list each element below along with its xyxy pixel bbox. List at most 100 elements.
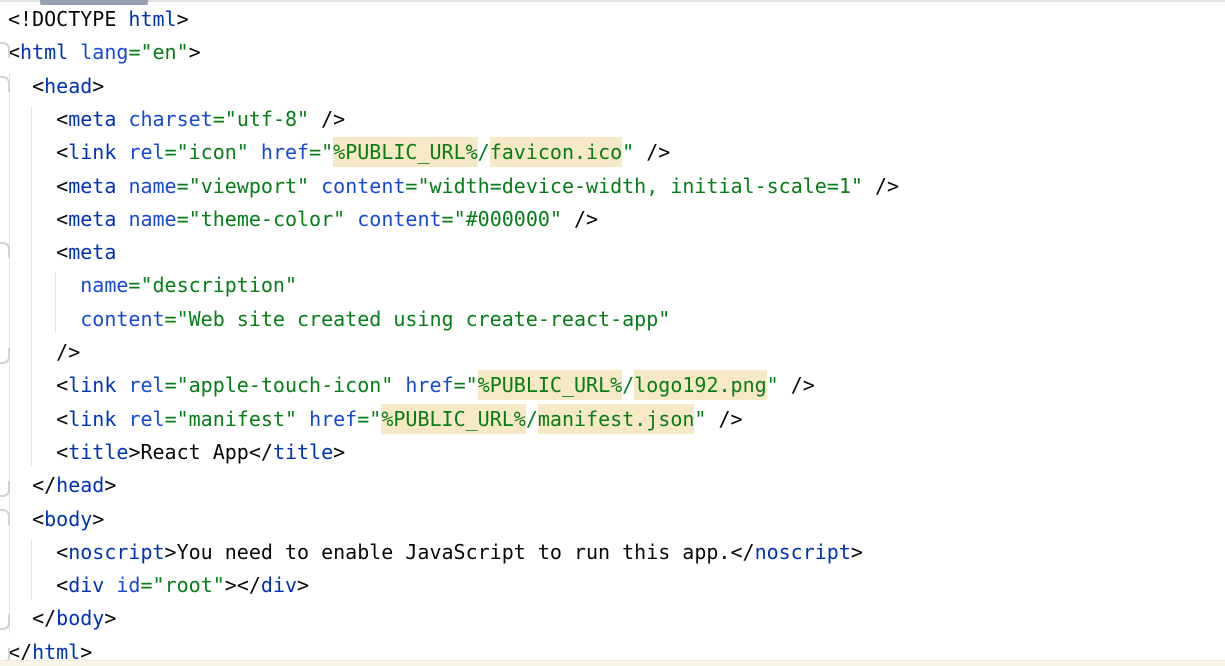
code-token: < xyxy=(8,507,44,531)
code-token: rel xyxy=(128,407,164,431)
code-line-18[interactable]: <div id="root"></div> xyxy=(0,569,1225,602)
code-token xyxy=(8,273,80,297)
highlighted-code-token: manifest.json xyxy=(538,404,695,434)
code-token: ="utf-8" xyxy=(213,107,309,131)
code-token: " xyxy=(694,407,706,431)
top-scrollbar-track xyxy=(0,0,1225,2)
code-line-7[interactable]: <meta name="theme-color" content="#00000… xyxy=(0,203,1225,236)
fold-region-start-marker[interactable] xyxy=(0,509,10,525)
code-token: > xyxy=(92,507,104,531)
code-line-11[interactable]: /> xyxy=(0,336,1225,369)
code-token: link xyxy=(68,373,116,397)
code-token: </ xyxy=(8,473,56,497)
code-line-12[interactable]: <link rel="apple-touch-icon" href="%PUBL… xyxy=(0,369,1225,402)
code-token: > xyxy=(851,540,863,564)
code-token: lang xyxy=(80,40,128,64)
code-token: name xyxy=(80,273,128,297)
code-token: noscript xyxy=(68,540,164,564)
code-line-3[interactable]: <head> xyxy=(0,70,1225,103)
highlighted-code-token: logo192.png xyxy=(634,370,766,400)
code-token: ="en" xyxy=(128,40,188,64)
bottom-strip xyxy=(0,660,1225,666)
code-line-5[interactable]: <link rel="icon" href="%PUBLIC_URL%/favi… xyxy=(0,136,1225,169)
code-token xyxy=(116,407,128,431)
code-token: content xyxy=(357,207,441,231)
code-token: ="apple-touch-icon" xyxy=(165,373,394,397)
code-token: / xyxy=(622,373,634,397)
highlighted-code-token: %PUBLIC_URL% xyxy=(381,404,526,434)
code-line-1[interactable]: <!DOCTYPE html> xyxy=(0,3,1225,36)
code-token: content xyxy=(80,307,164,331)
code-line-15[interactable]: </head> xyxy=(0,469,1225,502)
code-token: > xyxy=(92,74,104,98)
highlighted-code-token: %PUBLIC_URL% xyxy=(333,137,478,167)
code-token: html xyxy=(20,40,68,64)
code-token: head xyxy=(56,473,104,497)
code-token: <!DOCTYPE xyxy=(8,7,128,31)
top-scrollbar-thumb[interactable] xyxy=(40,0,148,5)
code-token: body xyxy=(44,507,92,531)
code-token: > xyxy=(297,573,309,597)
code-token: </ xyxy=(8,606,56,630)
code-token xyxy=(309,174,321,198)
code-token: " xyxy=(622,140,634,164)
code-token: < xyxy=(8,373,68,397)
code-token: ="root" xyxy=(140,573,224,597)
fold-region-start-marker[interactable] xyxy=(0,242,10,258)
code-token: < xyxy=(8,573,68,597)
code-token: /> xyxy=(634,140,670,164)
code-token xyxy=(116,140,128,164)
code-token: rel xyxy=(128,373,164,397)
code-token: > xyxy=(104,606,116,630)
code-token xyxy=(116,107,128,131)
code-token: < xyxy=(8,240,68,264)
code-line-8[interactable]: <meta xyxy=(0,236,1225,269)
code-token xyxy=(116,174,128,198)
code-line-14[interactable]: <title>React App</title> xyxy=(0,436,1225,469)
code-line-16[interactable]: <body> xyxy=(0,503,1225,536)
code-token: content xyxy=(321,174,405,198)
code-token: < xyxy=(8,407,68,431)
code-token: body xyxy=(56,606,104,630)
code-token: href xyxy=(309,407,357,431)
code-token: div xyxy=(68,573,104,597)
code-token: /> xyxy=(706,407,742,431)
code-token: id xyxy=(116,573,140,597)
code-line-17[interactable]: <noscript>You need to enable JavaScript … xyxy=(0,536,1225,569)
code-line-9[interactable]: name="description" xyxy=(0,269,1225,302)
code-token: rel xyxy=(128,140,164,164)
highlighted-code-token: %PUBLIC_URL% xyxy=(478,370,623,400)
code-token: ="#000000" xyxy=(442,207,562,231)
code-line-2[interactable]: <html lang="en"> xyxy=(0,36,1225,69)
highlighted-code-token: favicon.ico xyxy=(490,137,622,167)
code-token: name xyxy=(128,174,176,198)
fold-region-start-marker[interactable] xyxy=(0,76,10,92)
code-token xyxy=(68,40,80,64)
code-token: head xyxy=(44,74,92,98)
code-token: html xyxy=(128,7,176,31)
code-token: =" xyxy=(309,140,333,164)
code-token: noscript xyxy=(755,540,851,564)
code-token: < xyxy=(8,440,68,464)
code-line-4[interactable]: <meta charset="utf-8" /> xyxy=(0,103,1225,136)
code-token xyxy=(104,573,116,597)
code-token: /> xyxy=(309,107,345,131)
code-token: link xyxy=(68,140,116,164)
code-token: name xyxy=(128,207,176,231)
code-line-6[interactable]: <meta name="viewport" content="width=dev… xyxy=(0,170,1225,203)
code-line-13[interactable]: <link rel="manifest" href="%PUBLIC_URL%/… xyxy=(0,403,1225,436)
code-token: meta xyxy=(68,107,116,131)
fold-region-start-marker[interactable] xyxy=(0,42,10,58)
code-token: ></ xyxy=(225,573,261,597)
code-token: ="description" xyxy=(128,273,297,297)
code-token: ="viewport" xyxy=(177,174,309,198)
code-token: < xyxy=(8,174,68,198)
code-line-19[interactable]: </body> xyxy=(0,602,1225,635)
code-token: title xyxy=(273,440,333,464)
code-token: ="Web site created using create-react-ap… xyxy=(165,307,671,331)
code-token: meta xyxy=(68,174,116,198)
code-token: < xyxy=(8,107,68,131)
code-line-10[interactable]: content="Web site created using create-r… xyxy=(0,303,1225,336)
code-token: >You need to enable JavaScript to run th… xyxy=(165,540,755,564)
code-token: =" xyxy=(357,407,381,431)
